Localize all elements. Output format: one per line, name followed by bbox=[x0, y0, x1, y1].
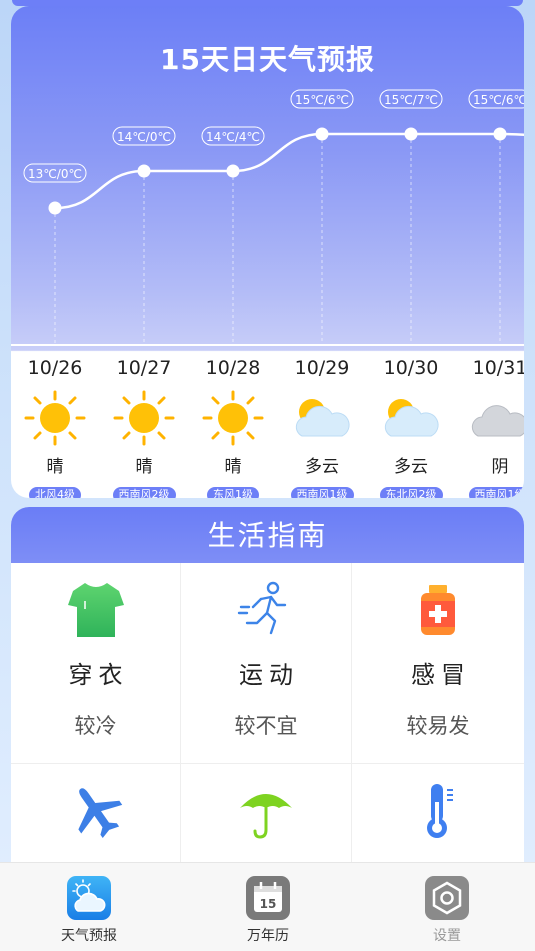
day-column[interactable]: 10/28 晴 东风1级 bbox=[189, 354, 277, 498]
calendar-day-text: 15 bbox=[260, 897, 277, 911]
partly-cloudy-icon bbox=[384, 399, 439, 437]
temp-label: 15℃/7℃ bbox=[384, 93, 438, 107]
temp-point bbox=[137, 164, 151, 178]
nav-tab-calendar[interactable]: 15 万年历 bbox=[208, 875, 328, 945]
temp-label: 15℃/6℃ bbox=[473, 93, 524, 107]
wind-badge: 西南风2级 bbox=[112, 487, 176, 498]
guide-item-value: 较易发 bbox=[406, 714, 470, 738]
day-date: 10/31 bbox=[472, 357, 524, 379]
guide-item-name: 感冒 bbox=[411, 661, 471, 689]
day-condition: 晴 bbox=[224, 457, 242, 477]
day-column[interactable]: 10/30 多云 东北风2级 bbox=[367, 354, 455, 498]
day-date: 10/27 bbox=[116, 357, 172, 379]
guide-item-sport[interactable]: 运动 较不宜 bbox=[181, 563, 352, 764]
chart-baseline bbox=[11, 344, 524, 346]
tshirt-icon bbox=[67, 583, 124, 637]
day-date: 10/26 bbox=[27, 357, 83, 379]
day-column[interactable]: 10/27 晴 西南风2级 bbox=[100, 354, 188, 498]
nav-label: 设置 bbox=[433, 928, 461, 944]
day-condition: 阴 bbox=[491, 457, 509, 477]
wind-badge: 东北风2级 bbox=[379, 487, 443, 498]
guide-item-umbrella[interactable] bbox=[181, 764, 352, 867]
temp-label: 13℃/0℃ bbox=[28, 167, 82, 181]
nav-label: 天气预报 bbox=[61, 928, 117, 944]
thermometer-icon bbox=[427, 784, 453, 838]
day-date: 10/28 bbox=[205, 357, 261, 379]
running-icon bbox=[237, 581, 287, 635]
temp-label: 14℃/0℃ bbox=[117, 130, 171, 144]
guide-item-travel[interactable] bbox=[11, 764, 181, 867]
calendar-icon: 15 bbox=[246, 876, 290, 920]
temp-label: 14℃/4℃ bbox=[206, 130, 260, 144]
day-date: 10/30 bbox=[383, 357, 439, 379]
partly-cloudy-icon bbox=[295, 399, 350, 437]
forecast-title: 15天日天气预报 bbox=[160, 43, 375, 76]
temp-point bbox=[226, 164, 240, 178]
nav-tab-settings[interactable]: 设置 bbox=[387, 875, 507, 945]
guide-item-temperature[interactable] bbox=[352, 764, 524, 867]
sun-icon bbox=[113, 390, 175, 446]
life-guide-card: 生活指南 穿衣 较冷 运动 较不宜 感冒 较易发 bbox=[11, 507, 524, 867]
day-date: 10/29 bbox=[294, 357, 350, 379]
day-condition: 晴 bbox=[135, 457, 153, 477]
wind-badge: 西南风1级 bbox=[290, 487, 354, 498]
life-guide-title: 生活指南 bbox=[11, 507, 524, 563]
wind-badge: 北风4级 bbox=[29, 487, 81, 498]
umbrella-icon bbox=[240, 794, 292, 839]
guide-item-clothing[interactable]: 穿衣 较冷 bbox=[11, 563, 181, 764]
guide-item-value: 较冷 bbox=[74, 714, 117, 738]
cloud-icon bbox=[471, 405, 524, 437]
forecast-card: 13℃/0℃ 14℃/0℃ 14℃/4℃ 15℃/6℃ 15℃/7℃ 15℃/6℃ 15天… bbox=[11, 6, 524, 498]
day-condition: 晴 bbox=[46, 457, 64, 477]
temp-point bbox=[404, 127, 418, 141]
day-column[interactable]: 10/26 晴 北风4级 bbox=[11, 354, 99, 498]
temp-label: 15℃/6℃ bbox=[295, 93, 349, 107]
medicine-icon bbox=[421, 585, 455, 635]
nav-label: 万年历 bbox=[247, 928, 289, 944]
bottom-nav: 天气预报 15 万年历 设置 bbox=[0, 862, 535, 951]
day-column[interactable]: 10/29 多云 西南风1级 bbox=[278, 354, 366, 498]
guide-item-name: 穿衣 bbox=[68, 661, 129, 689]
temp-point bbox=[315, 127, 329, 141]
settings-icon bbox=[425, 876, 469, 920]
weather-icon bbox=[67, 876, 111, 920]
day-condition: 多云 bbox=[305, 457, 339, 477]
nav-tab-weather[interactable]: 天气预报 bbox=[29, 875, 149, 945]
guide-item-cold[interactable]: 感冒 较易发 bbox=[352, 563, 524, 764]
life-guide-grid: 穿衣 较冷 运动 较不宜 感冒 较易发 bbox=[11, 563, 524, 867]
guide-item-value: 较不宜 bbox=[234, 714, 298, 738]
sun-icon bbox=[202, 390, 264, 446]
wind-badge: 东风1级 bbox=[207, 487, 259, 498]
temp-point bbox=[493, 127, 507, 141]
airplane-icon bbox=[77, 788, 122, 839]
day-column[interactable]: 10/31 阴 西南风1级 bbox=[456, 354, 524, 498]
wind-badge: 西南风1级 bbox=[468, 487, 524, 498]
sun-icon bbox=[24, 390, 86, 446]
day-condition: 多云 bbox=[394, 457, 428, 477]
temp-point bbox=[48, 201, 62, 215]
guide-item-name: 运动 bbox=[239, 661, 299, 689]
